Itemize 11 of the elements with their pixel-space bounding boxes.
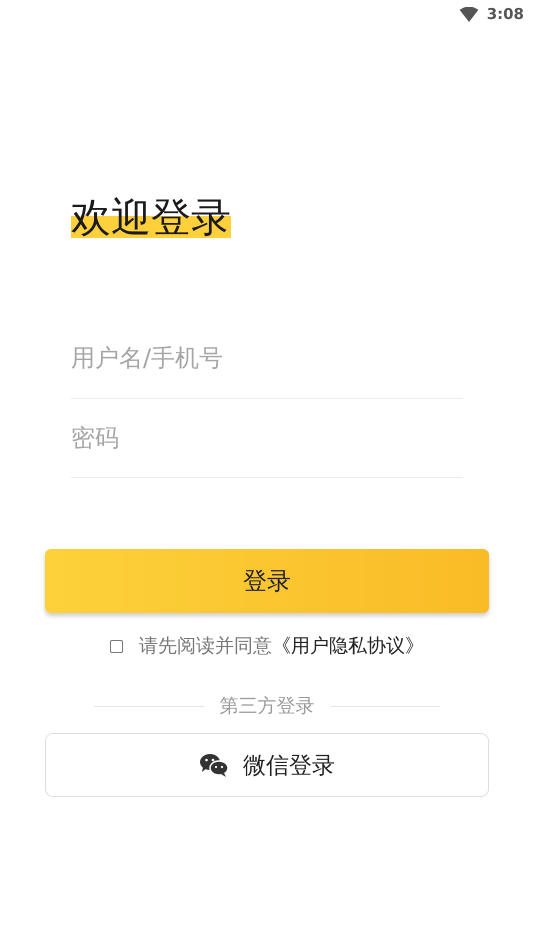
wechat-login-button[interactable]: 微信登录 — [45, 733, 489, 797]
privacy-link[interactable]: 《用户隐私协议》 — [272, 633, 424, 659]
wifi-icon — [458, 6, 479, 22]
agreement-text: 请先阅读并同意 — [139, 634, 272, 659]
third-party-label: 第三方登录 — [220, 694, 314, 719]
input-field[interactable]: 用户名/手机号 — [71, 318, 463, 399]
input-field[interactable]: 密码 — [71, 399, 463, 478]
chat-bubbles-icon — [199, 753, 229, 777]
status-time: 3:08 — [486, 5, 524, 23]
agreement-checkbox[interactable] — [110, 640, 123, 652]
login-button[interactable]: 登录 — [45, 549, 489, 613]
